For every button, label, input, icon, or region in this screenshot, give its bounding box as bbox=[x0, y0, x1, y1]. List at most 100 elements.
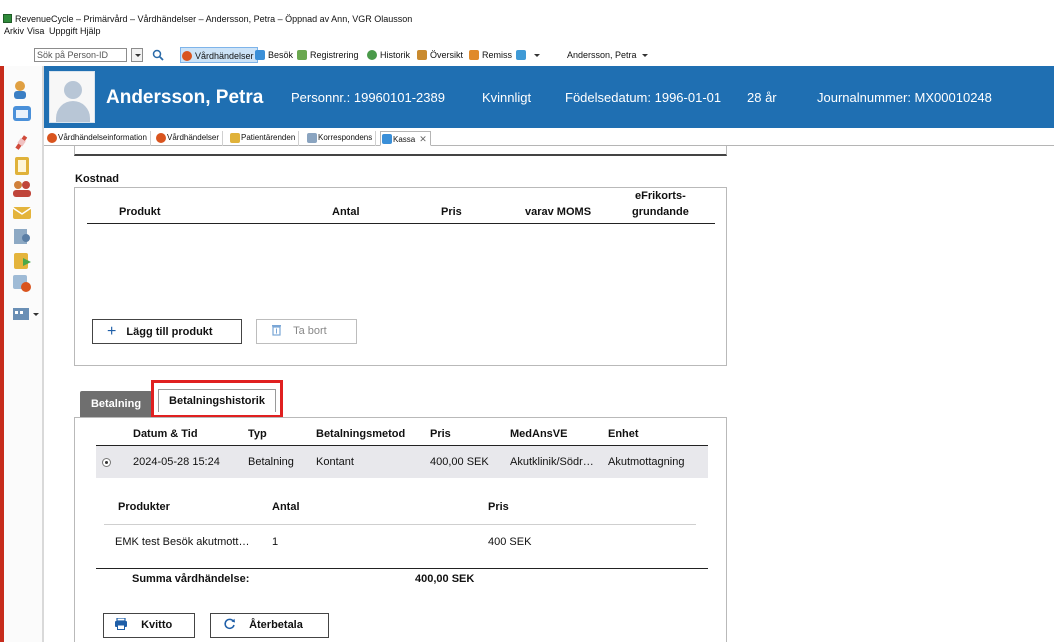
toolbar-vardhandelser-button[interactable]: Vårdhändelser bbox=[180, 47, 258, 63]
person-id-search-input[interactable]: Sök på Person-ID bbox=[34, 48, 127, 62]
chevron-down-icon bbox=[534, 54, 540, 58]
folder-icon bbox=[230, 133, 240, 143]
col-pris: Pris bbox=[441, 206, 462, 218]
patient-selector[interactable]: Andersson, Petra bbox=[567, 47, 648, 63]
toolbar-besok-label: Besök bbox=[268, 50, 294, 60]
journal-user-icon[interactable] bbox=[11, 226, 33, 246]
cost-section-title: Kostnad bbox=[75, 173, 119, 185]
refresh-icon bbox=[224, 618, 235, 630]
schedule-clock-icon[interactable] bbox=[11, 273, 33, 293]
menu-uppgift[interactable]: Uppgift bbox=[49, 25, 78, 37]
col-efrikort-line1: eFrikorts- bbox=[635, 190, 686, 202]
col-varav-moms: varav MOMS bbox=[525, 206, 592, 218]
tab-patientarenden[interactable]: Patientärenden bbox=[229, 131, 300, 146]
sum-divider bbox=[96, 568, 708, 569]
close-icon[interactable]: ✕ bbox=[419, 134, 427, 144]
product-header-divider bbox=[104, 524, 696, 525]
kvitto-button[interactable]: Kvitto bbox=[103, 613, 195, 638]
row-typ: Betalning bbox=[248, 456, 294, 468]
tab-vardhandelser[interactable]: Vårdhändelser bbox=[155, 131, 224, 146]
calendar-icon[interactable] bbox=[11, 102, 33, 122]
tab-patientarenden-label: Patientärenden bbox=[241, 133, 296, 142]
visit-icon bbox=[255, 50, 265, 60]
kassa-content: Kostnad Produkt Antal Pris varav MOMS eF… bbox=[44, 146, 1054, 642]
printer-icon bbox=[115, 617, 127, 630]
clipboard-export-icon[interactable] bbox=[11, 250, 33, 270]
payment-history-panel: Datum & Tid Typ Betalningsmetod Pris Med… bbox=[74, 417, 727, 642]
toolbar-registrering-label: Registrering bbox=[310, 50, 359, 60]
toolbar-registrering-button[interactable]: Registrering bbox=[296, 47, 359, 63]
col-datum-tid: Datum & Tid bbox=[133, 428, 198, 440]
kvitto-label: Kvitto bbox=[141, 619, 173, 631]
care-event-icon bbox=[182, 51, 192, 61]
left-sidebar bbox=[0, 66, 44, 642]
tab-kassa[interactable]: Kassa ✕ bbox=[380, 131, 431, 146]
care-event-icon bbox=[47, 133, 57, 143]
plus-icon: + bbox=[107, 323, 117, 340]
row-enhet: Akutmottagning bbox=[608, 456, 685, 468]
overview-icon bbox=[417, 50, 427, 60]
pen-icon[interactable] bbox=[11, 133, 33, 153]
toolbar-oversikt-button[interactable]: Översikt bbox=[416, 47, 463, 63]
row-radio[interactable] bbox=[102, 458, 111, 467]
menu-hjalp[interactable]: Hjälp bbox=[80, 25, 101, 37]
toolbar-remiss-label: Remiss bbox=[482, 50, 513, 60]
app-logo-icon bbox=[3, 14, 12, 23]
product-antal: 1 bbox=[272, 536, 279, 548]
search-icon[interactable] bbox=[151, 48, 165, 62]
patient-name: Andersson, Petra bbox=[106, 87, 264, 108]
users-icon[interactable] bbox=[11, 179, 33, 199]
history-icon bbox=[367, 50, 377, 60]
tab-betalningshistorik[interactable]: Betalningshistorik bbox=[158, 389, 276, 412]
letter-icon bbox=[307, 133, 317, 143]
cost-panel: Produkt Antal Pris varav MOMS eFrikorts-… bbox=[74, 187, 727, 366]
toolbar-more-dropdown[interactable] bbox=[515, 47, 540, 63]
tab-korrespondens-label: Korrespondens bbox=[318, 133, 373, 142]
notebook-icon[interactable] bbox=[11, 156, 33, 176]
title-bar: RevenueCycle – Primärvård – Vårdhändelse… bbox=[0, 12, 1054, 26]
col-pris: Pris bbox=[430, 428, 451, 440]
building-menu-icon[interactable] bbox=[11, 303, 41, 323]
col-product-pris: Pris bbox=[488, 501, 509, 513]
avatar bbox=[49, 71, 95, 123]
tab-vardhandelseinformation-label: Vårdhändelseinformation bbox=[58, 133, 147, 142]
toolbar-vardhandelser-label: Vårdhändelser bbox=[195, 51, 254, 61]
window-title: RevenueCycle – Primärvård – Vårdhändelse… bbox=[15, 14, 413, 24]
toolbar-historik-button[interactable]: Historik bbox=[366, 47, 410, 63]
menu-arkiv[interactable]: Arkiv bbox=[4, 25, 24, 37]
add-product-button[interactable]: + Lägg till produkt bbox=[92, 319, 242, 344]
trash-icon bbox=[272, 325, 281, 336]
previous-panel-edge bbox=[74, 146, 727, 156]
row-metod: Kontant bbox=[316, 456, 354, 468]
toolbar-oversikt-label: Översikt bbox=[430, 50, 464, 60]
toolbar-besok-button[interactable]: Besök bbox=[254, 47, 293, 63]
care-event-icon bbox=[156, 133, 166, 143]
product-pris: 400 SEK bbox=[488, 536, 532, 548]
add-product-label: Lägg till produkt bbox=[126, 326, 213, 338]
row-datum: 2024-05-28 15:24 bbox=[133, 456, 220, 468]
col-medansve: MedAnsVE bbox=[510, 428, 568, 440]
mail-icon[interactable] bbox=[11, 202, 33, 222]
patient-icon[interactable] bbox=[11, 80, 33, 100]
toolbar: Sök på Person-ID Vårdhändelser Besök Reg… bbox=[0, 45, 1054, 65]
remove-product-button[interactable]: Ta bort bbox=[256, 319, 357, 344]
remove-product-label: Ta bort bbox=[293, 325, 327, 337]
aterbetala-button[interactable]: Återbetala bbox=[210, 613, 329, 638]
col-betalningsmetod: Betalningsmetod bbox=[316, 428, 406, 440]
registration-icon bbox=[297, 50, 307, 60]
patient-personnr: Personnr.: 19960101-2389 bbox=[291, 90, 445, 105]
cash-register-icon bbox=[382, 134, 392, 144]
table-row[interactable]: 2024-05-28 15:24 Betalning Kontant 400,0… bbox=[96, 446, 708, 478]
row-medansve: Akutklinik/Södr… bbox=[510, 456, 594, 468]
menu-visa[interactable]: Visa bbox=[27, 25, 44, 37]
tab-korrespondens[interactable]: Korrespondens bbox=[306, 131, 377, 146]
aterbetala-label: Återbetala bbox=[249, 619, 303, 631]
tab-kassa-label: Kassa bbox=[393, 135, 416, 144]
tab-betalning[interactable]: Betalning bbox=[80, 391, 152, 417]
tab-vardhandelseinformation[interactable]: Vårdhändelseinformation bbox=[46, 131, 151, 146]
patient-header: Andersson, Petra Personnr.: 19960101-238… bbox=[44, 66, 1054, 128]
toolbar-remiss-button[interactable]: Remiss bbox=[468, 47, 512, 63]
cost-header-divider bbox=[87, 223, 715, 224]
search-history-dropdown[interactable] bbox=[131, 48, 143, 62]
referral-icon bbox=[469, 50, 479, 60]
